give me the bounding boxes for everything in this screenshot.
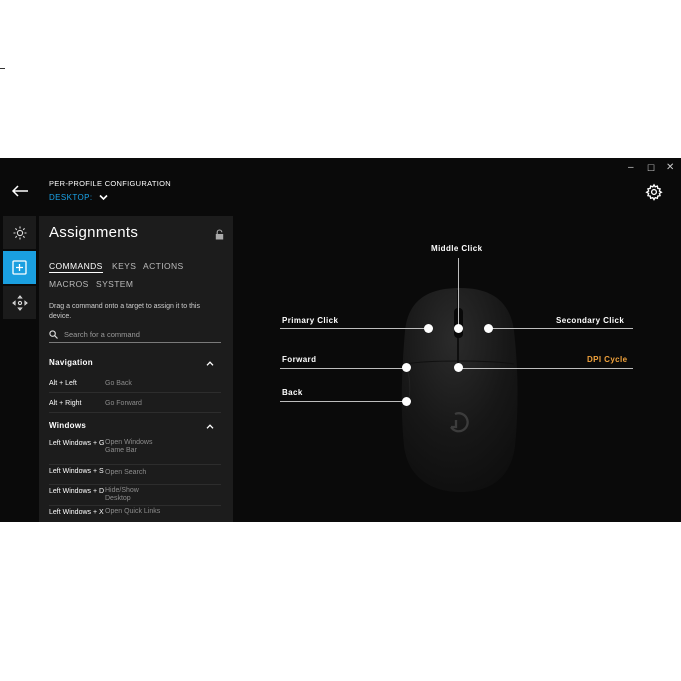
callout-line <box>489 328 633 329</box>
config-label: PER-PROFILE CONFIGURATION <box>49 179 171 188</box>
divider <box>49 484 221 485</box>
divider <box>49 464 221 465</box>
tab-system[interactable]: SYSTEM <box>96 279 133 289</box>
plus-square-icon <box>12 260 27 275</box>
search-box <box>49 328 221 343</box>
panel-title: Assignments <box>49 224 139 241</box>
callout-line <box>280 328 428 329</box>
section-header-windows[interactable]: Windows <box>49 421 219 430</box>
back-arrow-icon[interactable] <box>11 185 29 197</box>
maximize-button[interactable]: ☐ <box>647 162 655 174</box>
close-button[interactable]: ✕ <box>666 162 674 174</box>
forward-label[interactable]: Forward <box>282 355 316 364</box>
dpi-cycle-label[interactable]: DPI Cycle <box>587 355 628 364</box>
rail-lighting-button[interactable] <box>3 216 36 249</box>
back-label[interactable]: Back <box>282 388 303 397</box>
tab-macros[interactable]: MACROS <box>49 279 89 289</box>
search-input[interactable] <box>64 328 214 341</box>
shortcut-key: Left Windows + S <box>49 468 104 475</box>
section-header-navigation[interactable]: Navigation <box>49 358 219 367</box>
callout-line <box>459 368 633 369</box>
middle-click-target[interactable] <box>454 324 463 333</box>
shortcut-action: Open Quick Links <box>105 508 161 515</box>
minimize-button[interactable]: – <box>628 162 634 174</box>
shortcut-action: Go Forward <box>105 400 142 407</box>
divider <box>49 505 221 506</box>
shortcut-action: Open Search <box>105 469 147 476</box>
sun-icon <box>13 226 26 239</box>
side-rail <box>0 216 36 522</box>
app-window: – ☐ ✕ PER-PROFILE CONFIGURATION DESKTOP: <box>0 158 681 522</box>
edge-mark <box>0 68 5 69</box>
shortcut-key: Alt + Right <box>49 400 82 407</box>
callout-line <box>280 401 406 402</box>
section-title: Windows <box>49 421 87 430</box>
section-title: Navigation <box>49 358 93 367</box>
callout-line <box>280 368 406 369</box>
secondary-click-label[interactable]: Secondary Click <box>556 316 624 325</box>
tab-commands[interactable]: COMMANDS <box>49 261 103 273</box>
gear-icon[interactable] <box>645 183 663 201</box>
callout-line <box>458 258 459 326</box>
chevron-up-icon[interactable] <box>206 424 214 429</box>
primary-click-label[interactable]: Primary Click <box>282 316 338 325</box>
back-target[interactable] <box>402 397 411 406</box>
lock-icon[interactable] <box>215 229 224 240</box>
crosshair-icon <box>11 294 28 311</box>
rail-assignments-button[interactable] <box>3 251 36 284</box>
forward-target[interactable] <box>402 363 411 372</box>
chevron-down-icon[interactable] <box>99 194 108 201</box>
shortcut-action: Go Back <box>105 380 132 387</box>
middle-click-label[interactable]: Middle Click <box>431 244 482 253</box>
tab-actions[interactable]: ACTIONS <box>143 261 184 271</box>
divider <box>49 412 221 413</box>
divider <box>49 392 221 393</box>
shortcut-key: Left Windows + G <box>49 440 105 447</box>
primary-click-target[interactable] <box>424 324 433 333</box>
rail-pointer-button[interactable] <box>3 286 36 319</box>
profile-selector[interactable]: DESKTOP: <box>49 193 93 202</box>
shortcut-key: Left Windows + D <box>49 488 105 495</box>
drag-hint: Drag a command onto a target to assign i… <box>49 303 200 320</box>
search-icon <box>49 330 58 339</box>
chevron-up-icon[interactable] <box>206 361 214 366</box>
shortcut-action: Open Windows Game Bar <box>105 439 153 454</box>
gaming-mouse-image <box>401 288 518 492</box>
shortcut-action: Hide/Show Desktop <box>105 487 139 502</box>
assignments-panel: Assignments COMMANDS KEYS ACTIONS MACROS… <box>39 216 233 522</box>
secondary-click-target[interactable] <box>484 324 493 333</box>
shortcut-key: Alt + Left <box>49 380 77 387</box>
dpi-cycle-target[interactable] <box>454 363 463 372</box>
tab-keys[interactable]: KEYS <box>112 261 136 271</box>
shortcut-key: Left Windows + X <box>49 509 104 516</box>
